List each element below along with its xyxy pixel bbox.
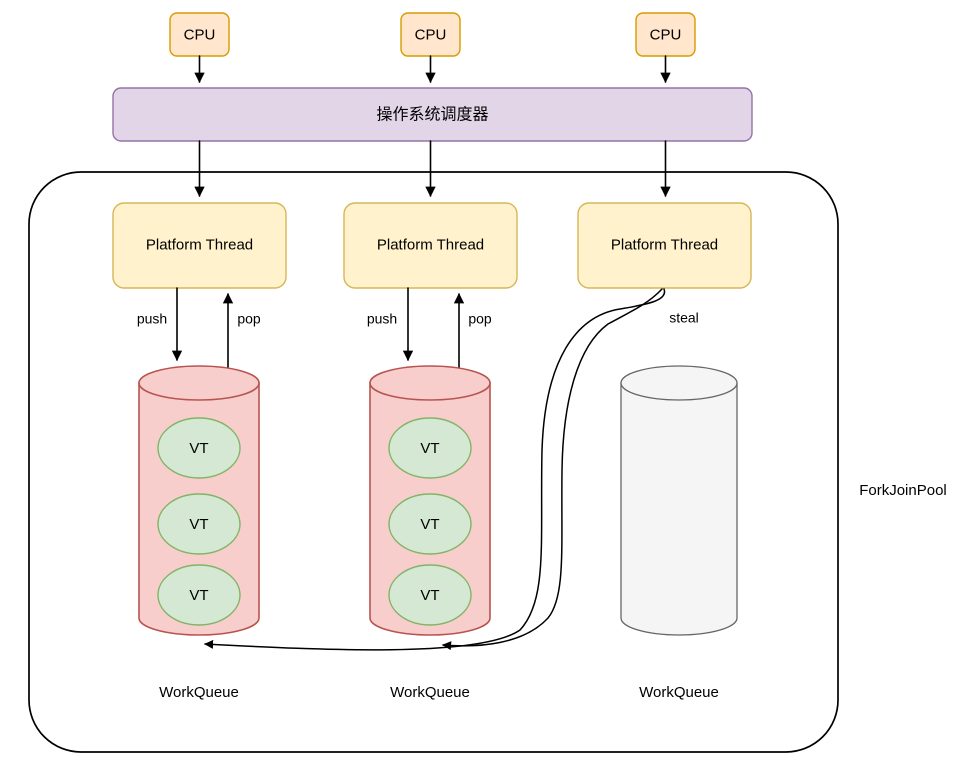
os-scheduler-label: 操作系统调度器 bbox=[376, 106, 488, 124]
work-queue-1[interactable]: VT VT VT WorkQueue bbox=[138, 365, 260, 701]
cpu-box-1[interactable]: CPU bbox=[169, 12, 230, 57]
cpu-box-2[interactable]: CPU bbox=[400, 12, 461, 57]
forkjoinpool-diagram: ForkJoinPool CPU CPU CPU 操作系统调度器 Platfor… bbox=[28, 12, 947, 753]
pop-label-1: pop bbox=[237, 311, 261, 327]
work-queue-1-top bbox=[138, 365, 260, 401]
work-queue-3-top bbox=[620, 365, 738, 401]
vt-node-label: VT bbox=[189, 440, 208, 457]
platform-thread-2-label: Platform Thread bbox=[377, 236, 484, 253]
platform-thread-1-label: Platform Thread bbox=[146, 236, 253, 253]
work-queue-2-top bbox=[369, 365, 491, 401]
vt-node[interactable]: VT bbox=[388, 493, 472, 555]
cpu-group: CPU CPU CPU bbox=[169, 12, 696, 57]
platform-thread-2[interactable]: Platform Thread bbox=[343, 202, 518, 289]
pop-label-2: pop bbox=[468, 311, 492, 327]
vt-node-label: VT bbox=[189, 516, 208, 533]
os-scheduler[interactable]: 操作系统调度器 bbox=[112, 87, 753, 142]
cpu-to-scheduler-arrows bbox=[194, 55, 671, 84]
vt-node-label: VT bbox=[420, 587, 439, 604]
vt-node[interactable]: VT bbox=[157, 564, 241, 626]
push-pop-arrows-queue1: push pop bbox=[137, 287, 261, 373]
work-queue-2-label: WorkQueue bbox=[390, 684, 470, 701]
platform-thread-1[interactable]: Platform Thread bbox=[112, 202, 287, 289]
cpu-box-3-label: CPU bbox=[650, 26, 682, 43]
cpu-box-1-label: CPU bbox=[184, 26, 216, 43]
vt-node[interactable]: VT bbox=[388, 564, 472, 626]
work-queue-2[interactable]: VT VT VT WorkQueue bbox=[369, 365, 491, 701]
platform-thread-group: Platform Thread Platform Thread Platform… bbox=[112, 202, 752, 289]
push-label-2: push bbox=[367, 311, 397, 327]
work-queue-1-label: WorkQueue bbox=[159, 684, 239, 701]
vt-node[interactable]: VT bbox=[157, 417, 241, 479]
push-pop-arrows-queue2: push pop bbox=[367, 287, 492, 373]
work-queue-3[interactable]: WorkQueue bbox=[620, 365, 738, 701]
push-label-1: push bbox=[137, 311, 167, 327]
work-queue-2-tasks: VT VT VT bbox=[388, 417, 472, 626]
work-queue-3-label: WorkQueue bbox=[639, 684, 719, 701]
cpu-box-3[interactable]: CPU bbox=[635, 12, 696, 57]
scheduler-to-thread-arrows bbox=[194, 140, 671, 198]
platform-thread-3-label: Platform Thread bbox=[611, 236, 718, 253]
vt-node[interactable]: VT bbox=[388, 417, 472, 479]
vt-node-label: VT bbox=[420, 516, 439, 533]
vt-node-label: VT bbox=[189, 587, 208, 604]
work-queue-1-tasks: VT VT VT bbox=[157, 417, 241, 626]
platform-thread-3[interactable]: Platform Thread bbox=[577, 202, 752, 289]
work-queue-3-body bbox=[620, 382, 738, 636]
vt-node-label: VT bbox=[420, 440, 439, 457]
steal-label: steal bbox=[669, 310, 699, 326]
vt-node[interactable]: VT bbox=[157, 493, 241, 555]
cpu-box-2-label: CPU bbox=[415, 26, 447, 43]
forkjoinpool-label: ForkJoinPool bbox=[859, 482, 947, 499]
